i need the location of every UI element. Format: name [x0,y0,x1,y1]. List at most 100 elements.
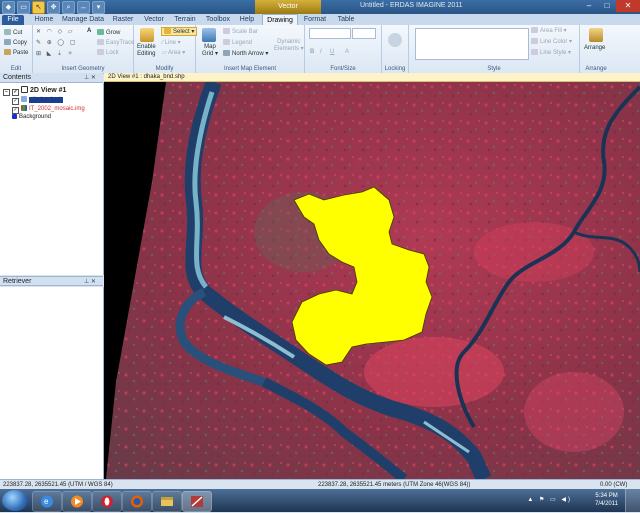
lock-toggle-icon[interactable] [388,33,402,47]
north-arrow-button[interactable]: North Arrow ▾ [223,50,268,57]
retriever-title: Retriever [3,278,32,285]
map-grid-button[interactable]: Map Grid ▾ [202,44,218,58]
grow-button[interactable]: Grow [97,29,120,36]
view-tab[interactable]: 2D View #1 : dhaka_bnd.shp [104,73,640,82]
bold-button[interactable]: B [310,49,314,55]
group-label-insert-geometry: Insert Geometry [61,66,105,72]
contents-title: Contents [3,74,32,81]
tray-icons[interactable]: ▲ ⚑ ▭ ◀) [527,496,572,503]
tree-layer-image[interactable]: ✓ IT_2002_mosaic.img [12,105,85,114]
erdas-imagine-icon[interactable] [182,491,212,512]
font-family-select[interactable] [309,28,351,39]
geometry-tools-3[interactable]: ⊞ ◣ ⇣ ✧ [36,50,75,57]
minimize-button[interactable]: – [580,0,598,12]
taskbar: e ▲ ⚑ ▭ ◀) 5:34 PM 7/4/2011 [0,489,640,512]
group-label-style: Style [487,66,501,72]
underline-button[interactable]: U [330,49,334,55]
legend-icon [223,39,230,45]
tab-manage-data[interactable]: Manage Data [60,14,106,25]
view-checkbox[interactable]: ✓ [12,89,19,96]
copy-icon [4,39,11,45]
scale-bar-icon [223,28,230,34]
tree-layer-vector[interactable]: ✓ dhaka_bnd [12,96,63,105]
dynamic-elements-button[interactable]: Dynamic Elements ▾ [274,39,304,53]
area-fill-button[interactable]: Area Fill ▾ [531,27,567,34]
legend-button[interactable]: Legend [223,39,252,46]
tree-view-node[interactable]: − ✓ 2D View #1 [3,86,66,96]
zoom-icon[interactable]: ⌕ [62,1,75,14]
style-gallery[interactable] [415,28,529,60]
geometry-tools[interactable]: ✕ ◠ ◇ ▱ [36,28,75,35]
show-desktop-button[interactable] [625,489,640,512]
vegetation-patch [524,372,624,452]
retriever-pin-icon[interactable]: ⊥ ✕ [84,277,96,287]
system-clock[interactable]: 5:34 PM 7/4/2011 [595,492,618,508]
open-icon[interactable]: ▭ [17,1,30,14]
cut-button[interactable]: Cut [4,29,22,36]
arrange-button[interactable]: Arrange [584,45,605,51]
start-button[interactable] [2,490,28,511]
internet-explorer-icon[interactable]: e [32,491,62,512]
retriever-panel-header: Retriever ⊥ ✕ [0,276,103,286]
view-icon [21,86,28,93]
tab-toolbox[interactable]: Toolbox [203,14,233,25]
font-size-select[interactable] [352,28,376,39]
opera-icon[interactable] [92,491,122,512]
paste-button[interactable]: Paste [4,49,28,56]
lock-button[interactable]: Lock [97,49,119,56]
line-style-icon [531,49,538,55]
arrange-icon [589,28,603,42]
line-style-button[interactable]: Line Style ▾ [531,49,571,56]
italic-button[interactable]: I [320,49,322,55]
svg-text:e: e [44,497,49,506]
line-color-button[interactable]: Line Color ▾ [531,38,572,45]
tab-table[interactable]: Table [333,14,359,25]
area-button[interactable]: ▱ Area ▾ [162,49,185,56]
tree-background[interactable]: Background [12,114,51,120]
ribbon: Cut Copy Paste Edit ✕ ◠ ◇ ▱ ✎ ⊕ ◯ ▢ ⊞ ◣ … [0,25,640,74]
customize-icon[interactable]: ▾ [92,1,105,14]
tab-help[interactable]: Help [236,14,258,25]
media-player-icon[interactable] [62,491,92,512]
trace-icon [97,39,104,45]
copy-button[interactable]: Copy [4,39,27,46]
contents-panel-header: Contents ⊥ ✕ [0,73,103,83]
tab-vector[interactable]: Vector [140,14,168,25]
map-canvas[interactable] [104,82,640,479]
title-bar: ◆ ▭ ↖ ✥ ⌕ ↔ ▾ Vector Untitled - ERDAS IM… [0,0,640,14]
scale-bar-button[interactable]: Scale Bar [223,28,258,35]
view-tab-label: 2D View #1 : dhaka_bnd.shp [108,74,185,80]
layer-image-checkbox[interactable]: ✓ [12,107,19,114]
text-tool-icon[interactable]: A [87,28,91,34]
tab-terrain[interactable]: Terrain [170,14,200,25]
tab-file[interactable]: File [2,15,24,25]
layer-vector-checkbox[interactable]: ✓ [12,98,19,105]
select-button[interactable]: Select ▾ [161,27,198,36]
easytrace-button[interactable]: EasyTrace [97,39,134,46]
geometry-tools-2[interactable]: ✎ ⊕ ◯ ▢ [36,39,77,46]
group-label-insert-map-element: Insert Map Element [223,66,277,72]
expand-icon[interactable]: − [3,89,10,96]
vegetation-patch [364,337,504,407]
explorer-icon[interactable] [152,491,182,512]
measure-icon[interactable]: ↔ [77,1,90,14]
line-button[interactable]: ∕ Line ▾ [162,39,181,46]
enable-editing-button[interactable]: Enable Editing [137,44,156,58]
tab-raster[interactable]: Raster [110,14,136,25]
map-view[interactable] [104,82,640,479]
tab-home[interactable]: Home [30,14,58,25]
group-label-modify: Modify [155,66,174,72]
pan-icon[interactable]: ✥ [47,1,60,14]
close-button[interactable]: ✕ [616,0,640,12]
pin-icon[interactable]: ⊥ ✕ [84,73,96,83]
font-color-button[interactable]: A [345,49,349,55]
firefox-icon[interactable] [122,491,152,512]
group-arrange: Arrange Arrange [580,25,612,73]
select-icon[interactable]: ↖ [32,1,45,14]
group-label-arrange: Arrange [585,66,607,72]
tab-format[interactable]: Format [300,14,330,25]
app-menu-icon[interactable]: ◆ [2,1,15,14]
group-style: Area Fill ▾ Line Color ▾ Line Style ▾ St… [409,25,580,73]
maximize-button[interactable]: □ [598,0,616,12]
retriever-panel [0,287,104,479]
